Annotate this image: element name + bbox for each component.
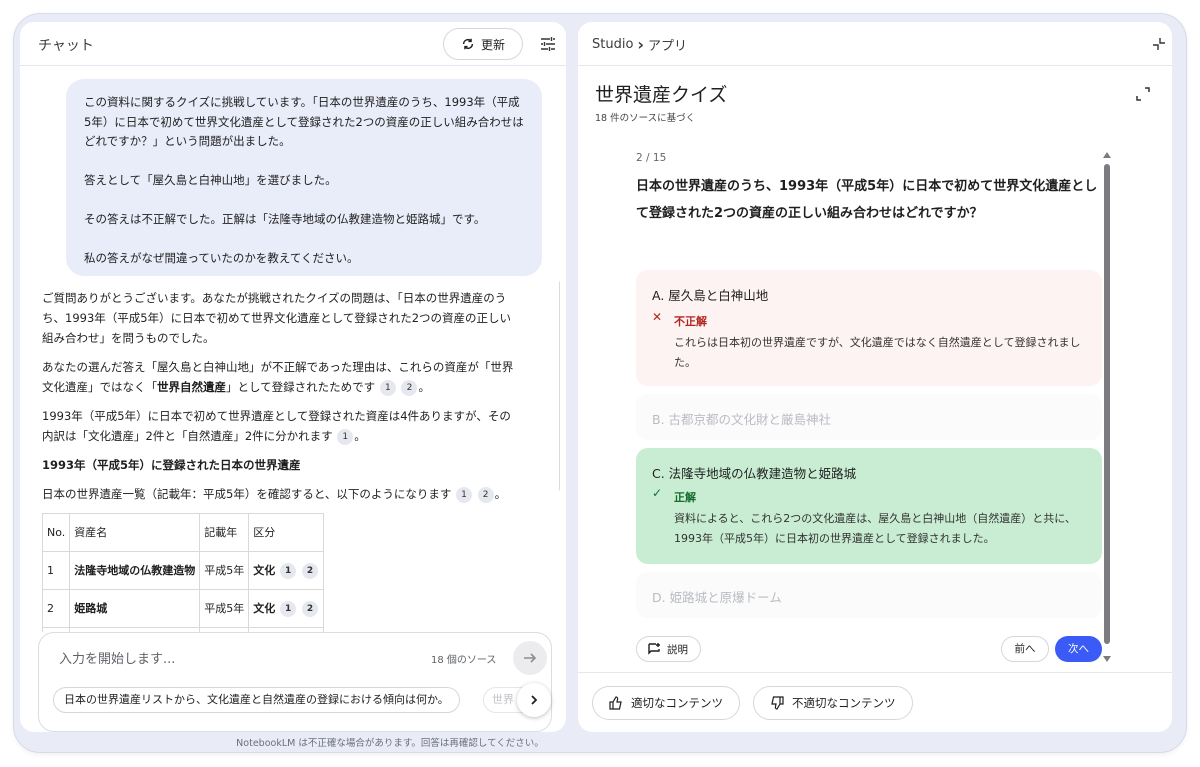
option-label: B. 古都京都の文化財と厳島神社	[652, 412, 832, 427]
table-row: 1 法隆寺地域の仏教建造物 平成5年 文化 1 2	[41, 551, 324, 590]
table-header: 記載年	[199, 513, 250, 552]
good-content-label: 適切なコンテンツ	[631, 696, 723, 710]
arrow-right-icon	[524, 653, 537, 663]
divider	[578, 672, 1172, 673]
table-header-row: No. 資産名 記載年 区分	[41, 513, 324, 552]
quiz-title: 世界遺産クイズ	[595, 84, 728, 106]
scroll-down-icon[interactable]	[1103, 656, 1111, 662]
question-counter: 2 / 15	[636, 152, 667, 164]
suggestions-next-button[interactable]	[517, 683, 551, 717]
chat-header: チャット 更新	[20, 22, 566, 66]
chat-composer: 入力を開始します... 18 個のソース 日本の世界遺産リストから、文化遺産と自…	[38, 632, 552, 732]
citation-badge[interactable]: 1	[379, 379, 396, 396]
collapse-icon[interactable]	[1152, 37, 1166, 51]
user-message-line: 私の答えがなぜ間違っていたのかを教えてください。	[84, 251, 359, 265]
quiz-card: 2 / 15 日本の世界遺産のうち、1993年（平成5年）に日本で初めて世界文化…	[578, 140, 1172, 662]
table-cell: 2	[41, 589, 71, 628]
table-header: 区分	[248, 513, 324, 552]
bad-content-button[interactable]: 不適切なコンテンツ	[753, 686, 913, 720]
option-d[interactable]: D. 姫路城と原爆ドーム	[636, 572, 1102, 618]
fullscreen-icon[interactable]	[1135, 86, 1151, 102]
answer-paragraph: あなたの選んだ答え「屋久島と白神山地」が不正解であった理由は、これらの資産が「世…	[42, 360, 514, 396]
disclaimer: NotebookLM は不正確な場合があります。回答は再確認してください。	[236, 738, 544, 749]
status-correct: 正解	[674, 491, 696, 504]
prev-button[interactable]: 前へ	[1001, 636, 1049, 662]
send-button[interactable]	[513, 641, 547, 675]
option-b[interactable]: B. 古都京都の文化財と厳島神社	[636, 394, 1102, 440]
comment-add-icon	[648, 643, 660, 655]
user-message-line: 答えとして「屋久島と白神山地」を選びました。	[84, 173, 337, 187]
bad-content-label: 不適切なコンテンツ	[792, 696, 896, 710]
status-incorrect: 不正解	[674, 315, 707, 328]
assistant-answer: ご質問ありがとうございます。あなたが挑戦されたクイズの問題は、「日本の世界遺産の…	[41, 288, 522, 632]
option-a[interactable]: A. 屋久島と白神山地 ✕ 不正解 これらは日本初の世界遺産ですが、文化遺産では…	[636, 270, 1102, 386]
citation-badge[interactable]: 2	[301, 562, 318, 579]
table-cell: 1	[41, 551, 71, 590]
studio-header: Studio › アプリ	[578, 22, 1172, 66]
option-c[interactable]: C. 法隆寺地域の仏教建造物と姫路城 ✓ 正解 資料によると、これら2つの文化遺…	[636, 448, 1102, 564]
chevron-right-icon: ›	[637, 35, 644, 54]
suggestion-chip[interactable]: 日本の世界遺産リストから、文化遺産と自然遺産の登録における傾向は何か。	[53, 687, 460, 713]
chat-messages: この資料に関するクイズに挑戦しています。「日本の世界遺産のうち、1993年（平成…	[20, 67, 560, 632]
table-header: 資産名	[69, 513, 201, 552]
quiz-question: 日本の世界遺産のうち、1993年（平成5年）に日本で初めて世界文化遺産として登録…	[636, 179, 1098, 221]
table-cell: 平成5年	[199, 589, 250, 628]
chevron-right-icon	[531, 695, 538, 705]
breadcrumb: Studio › アプリ	[592, 35, 687, 54]
option-label: C. 法隆寺地域の仏教建造物と姫路城	[652, 466, 857, 481]
refresh-button[interactable]: 更新	[443, 28, 523, 60]
table-cell: 平成5年	[199, 551, 250, 590]
table-header: No.	[41, 513, 71, 552]
thumbs-down-icon	[771, 696, 784, 710]
next-button[interactable]: 次へ	[1055, 636, 1102, 662]
citation-badge[interactable]: 1	[456, 486, 473, 503]
answer-paragraph: 1993年（平成5年）に日本で初めて世界遺産として登録された資産は4件ありますが…	[42, 409, 511, 445]
user-message: この資料に関するクイズに挑戦しています。「日本の世界遺産のうち、1993年（平成…	[66, 79, 542, 276]
user-message-line: この資料に関するクイズに挑戦しています。「日本の世界遺産のうち、1993年（平成…	[84, 95, 524, 148]
citation-badge[interactable]: 2	[401, 379, 418, 396]
answer-heading: 1993年（平成5年）に登録された日本の世界遺産	[42, 458, 301, 472]
option-explanation: これらは日本初の世界遺産ですが、文化遺産ではなく自然遺産として登録されました。	[674, 336, 1081, 369]
scroll-up-icon[interactable]	[1103, 152, 1111, 158]
emphasis: 世界自然遺産	[157, 380, 226, 394]
quiz-subtitle: 18 件のソースに基づく	[595, 113, 696, 124]
thumbs-up-icon	[609, 696, 622, 710]
chat-scrollbar[interactable]	[559, 281, 560, 491]
option-explanation: 資料によると、これら2つの文化遺産は、屋久島と白神山地（自然遺産）と共に、199…	[674, 512, 1076, 545]
chat-title: チャット	[38, 38, 94, 54]
breadcrumb-app: アプリ	[648, 39, 688, 54]
option-label: D. 姫路城と原爆ドーム	[652, 590, 782, 605]
answer-paragraph: ご質問ありがとうございます。あなたが挑戦されたクイズの問題は、「日本の世界遺産の…	[42, 291, 512, 345]
breadcrumb-studio[interactable]: Studio	[592, 37, 633, 52]
heritage-table: No. 資産名 記載年 区分 1 法隆寺地域の仏教建造物 平成5年 文化 1 2…	[41, 513, 324, 632]
check-icon: ✓	[652, 486, 663, 500]
table-cell: 姫路城	[69, 589, 201, 628]
user-message-line: その答えは不正解でした。正解は「法隆寺地域の仏教建造物と姫路城」です。	[84, 212, 486, 226]
citation-badge[interactable]: 1	[280, 600, 297, 617]
source-count: 18 個のソース	[431, 655, 497, 666]
table-cell: 文化 1 2	[248, 551, 324, 590]
close-icon: ✕	[652, 310, 663, 324]
studio-panel: Studio › アプリ 世界遺産クイズ 18 件のソースに基づく 2 / 15…	[578, 22, 1172, 732]
chat-panel: チャット 更新 この資料に関するクイズに挑戦しています。「日本の世界遺産のうち、…	[20, 22, 566, 732]
citation-badge[interactable]: 1	[280, 562, 297, 579]
chat-input[interactable]: 入力を開始します...	[59, 648, 175, 667]
citation-badge[interactable]: 2	[477, 486, 494, 503]
option-label: A. 屋久島と白神山地	[652, 288, 769, 303]
answer-paragraph: 日本の世界遺産一覧（記載年：平成5年）を確認すると、以下のようになります 1 2…	[42, 486, 507, 503]
citation-badge[interactable]: 1	[337, 428, 354, 445]
tune-icon[interactable]	[540, 36, 556, 52]
refresh-label: 更新	[480, 37, 505, 52]
explain-button[interactable]: 説明	[636, 636, 701, 662]
table-row: 2 姫路城 平成5年 文化 1 2	[41, 589, 324, 628]
quiz-scrollbar[interactable]	[1104, 164, 1110, 644]
explain-label: 説明	[667, 643, 688, 656]
citation-badge[interactable]: 2	[301, 600, 318, 617]
refresh-icon	[462, 38, 474, 50]
table-cell: 法隆寺地域の仏教建造物	[69, 551, 201, 590]
good-content-button[interactable]: 適切なコンテンツ	[592, 686, 740, 720]
table-cell: 文化 1 2	[248, 589, 324, 628]
